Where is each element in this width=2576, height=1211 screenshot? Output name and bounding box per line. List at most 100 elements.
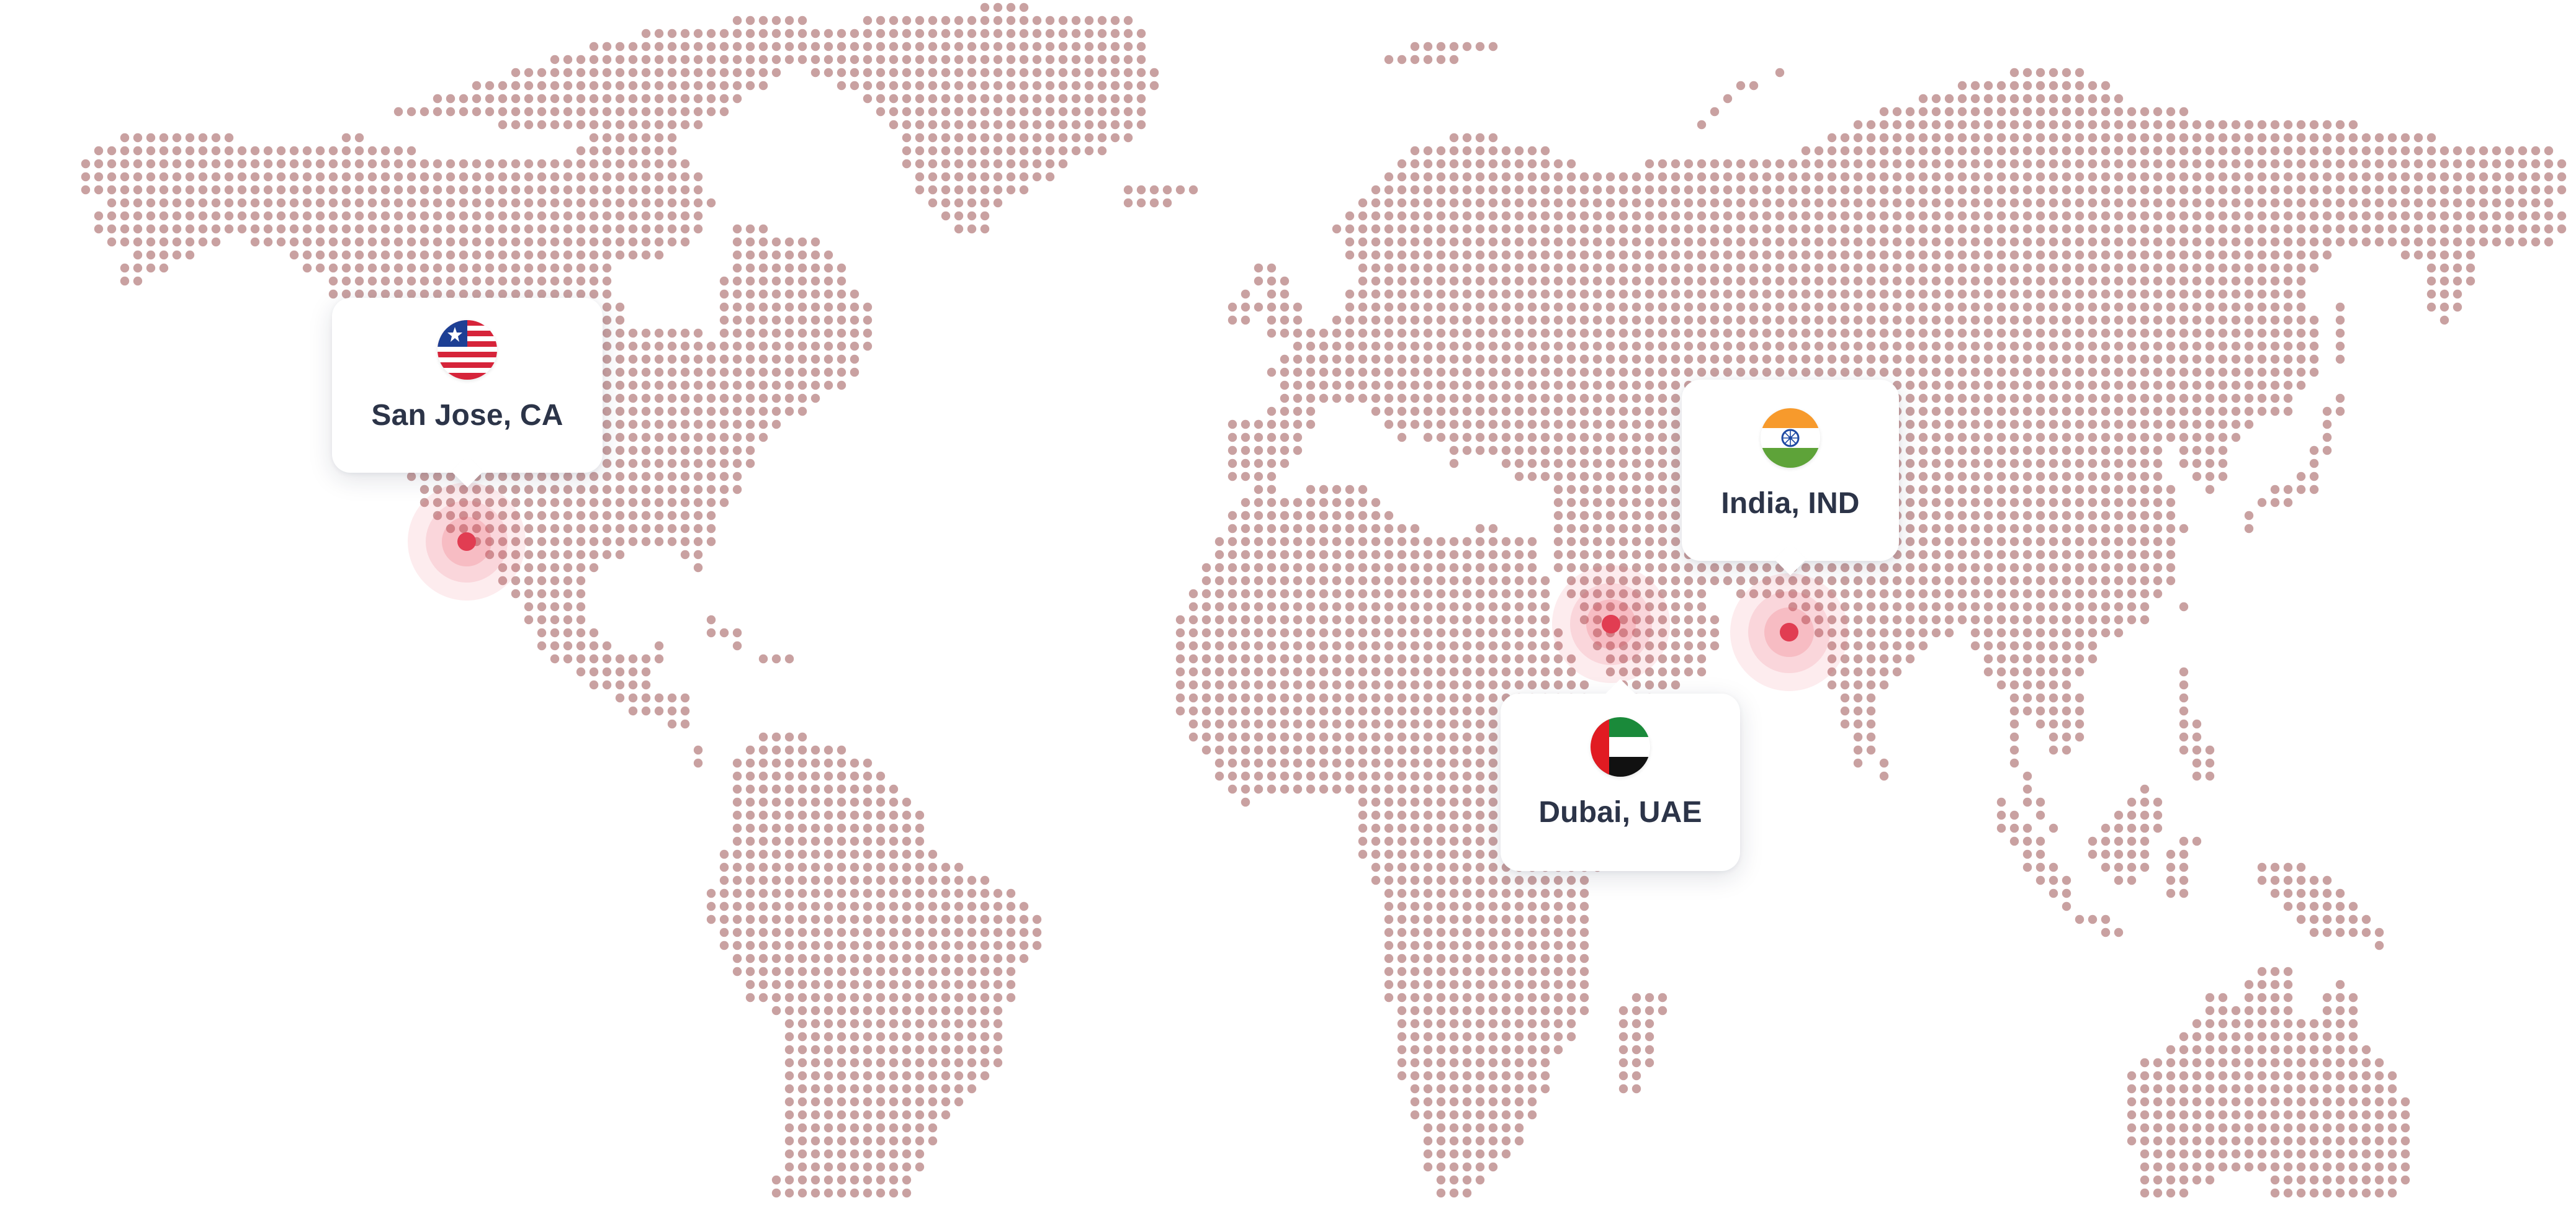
land-dot bbox=[719, 354, 729, 364]
land-dot bbox=[1540, 263, 1550, 273]
land-dot bbox=[758, 341, 768, 351]
land-dot bbox=[771, 68, 781, 78]
land-dot bbox=[1175, 654, 1185, 664]
land-dot bbox=[1658, 498, 1667, 507]
land-dot bbox=[1879, 654, 1889, 664]
land-dot bbox=[2009, 185, 2019, 195]
land-dot bbox=[719, 367, 729, 377]
land-dot bbox=[1423, 602, 1433, 612]
land-dot bbox=[1553, 185, 1563, 195]
land-dot bbox=[863, 81, 873, 91]
land-dot bbox=[1970, 367, 1980, 377]
land-dot bbox=[1397, 615, 1407, 625]
land-dot bbox=[1397, 693, 1407, 703]
land-dot bbox=[1905, 654, 1915, 664]
land-dot bbox=[2361, 185, 2371, 195]
land-dot bbox=[2153, 237, 2163, 247]
land-dot bbox=[2088, 380, 2098, 390]
land-dot bbox=[967, 133, 977, 143]
land-dot bbox=[1736, 81, 1746, 91]
land-dot bbox=[680, 185, 690, 195]
land-dot bbox=[2192, 211, 2202, 221]
land-dot bbox=[2557, 172, 2567, 182]
land-dot bbox=[1827, 680, 1837, 690]
land-dot bbox=[2335, 354, 2345, 364]
land-dot bbox=[537, 550, 547, 560]
land-dot bbox=[2531, 211, 2541, 221]
land-dot bbox=[2127, 198, 2137, 208]
land-dot bbox=[1605, 289, 1615, 299]
land-dot bbox=[1423, 589, 1433, 599]
land-dot bbox=[511, 94, 521, 104]
land-dot bbox=[615, 406, 625, 416]
land-dot bbox=[563, 211, 573, 221]
land-dot bbox=[1853, 120, 1863, 130]
land-dot bbox=[1514, 458, 1524, 468]
land-dot bbox=[1267, 263, 1277, 273]
land-dot bbox=[524, 471, 534, 481]
land-dot bbox=[680, 445, 690, 455]
land-dot bbox=[902, 94, 912, 104]
land-dot bbox=[498, 81, 508, 91]
land-dot bbox=[367, 224, 377, 234]
land-dot bbox=[1397, 276, 1407, 286]
land-dot bbox=[524, 589, 534, 599]
land-dot bbox=[1397, 224, 1407, 234]
land-dot bbox=[1697, 172, 1707, 182]
land-dot bbox=[1540, 289, 1550, 299]
land-dot bbox=[563, 563, 573, 573]
land-dot bbox=[576, 550, 586, 560]
land-dot bbox=[1345, 667, 1355, 677]
land-dot bbox=[732, 29, 742, 38]
land-dot bbox=[302, 146, 312, 156]
land-dot bbox=[1983, 237, 1993, 247]
land-dot bbox=[1566, 537, 1576, 547]
land-dot bbox=[1684, 563, 1694, 573]
land-dot bbox=[1592, 511, 1602, 521]
land-dot bbox=[1293, 498, 1303, 507]
land-dot bbox=[341, 276, 351, 286]
land-dot bbox=[2479, 211, 2488, 221]
land-dot bbox=[719, 289, 729, 299]
land-dot bbox=[1227, 511, 1237, 521]
land-dot bbox=[1671, 315, 1681, 325]
land-dot bbox=[2205, 406, 2215, 416]
land-dot bbox=[1241, 498, 1250, 507]
land-dot bbox=[459, 198, 469, 208]
land-dot bbox=[1475, 654, 1485, 664]
land-dot bbox=[511, 263, 521, 273]
land-dot bbox=[1684, 198, 1694, 208]
land-dot bbox=[1762, 250, 1772, 260]
land-dot bbox=[602, 537, 612, 547]
land-dot bbox=[2035, 94, 2045, 104]
land-dot bbox=[2244, 133, 2254, 143]
land-dot bbox=[1553, 328, 1563, 338]
land-dot bbox=[1175, 667, 1185, 677]
land-dot bbox=[393, 276, 403, 286]
land-dot bbox=[1579, 511, 1589, 521]
land-dot bbox=[120, 185, 130, 195]
land-dot bbox=[1449, 354, 1459, 364]
land-dot bbox=[2179, 146, 2189, 156]
land-dot bbox=[550, 511, 560, 521]
land-dot bbox=[1384, 250, 1394, 260]
land-dot bbox=[1280, 419, 1290, 429]
land-dot bbox=[589, 524, 599, 534]
land-dot bbox=[302, 159, 312, 169]
land-dot bbox=[2088, 654, 2098, 664]
land-dot bbox=[1631, 419, 1641, 429]
land-dot bbox=[628, 537, 638, 547]
land-dot bbox=[1306, 576, 1316, 586]
land-dot bbox=[2140, 615, 2150, 625]
land-dot bbox=[1436, 367, 1446, 377]
land-dot bbox=[1501, 393, 1511, 403]
land-dot bbox=[1006, 94, 1016, 104]
land-dot bbox=[654, 341, 664, 351]
land-dot bbox=[1267, 289, 1277, 299]
land-dot bbox=[1762, 276, 1772, 286]
land-dot bbox=[1944, 602, 1954, 612]
land-dot bbox=[1866, 354, 1876, 364]
land-dot bbox=[1241, 511, 1250, 521]
land-dot bbox=[1931, 315, 1941, 325]
land-dot bbox=[1540, 680, 1550, 690]
